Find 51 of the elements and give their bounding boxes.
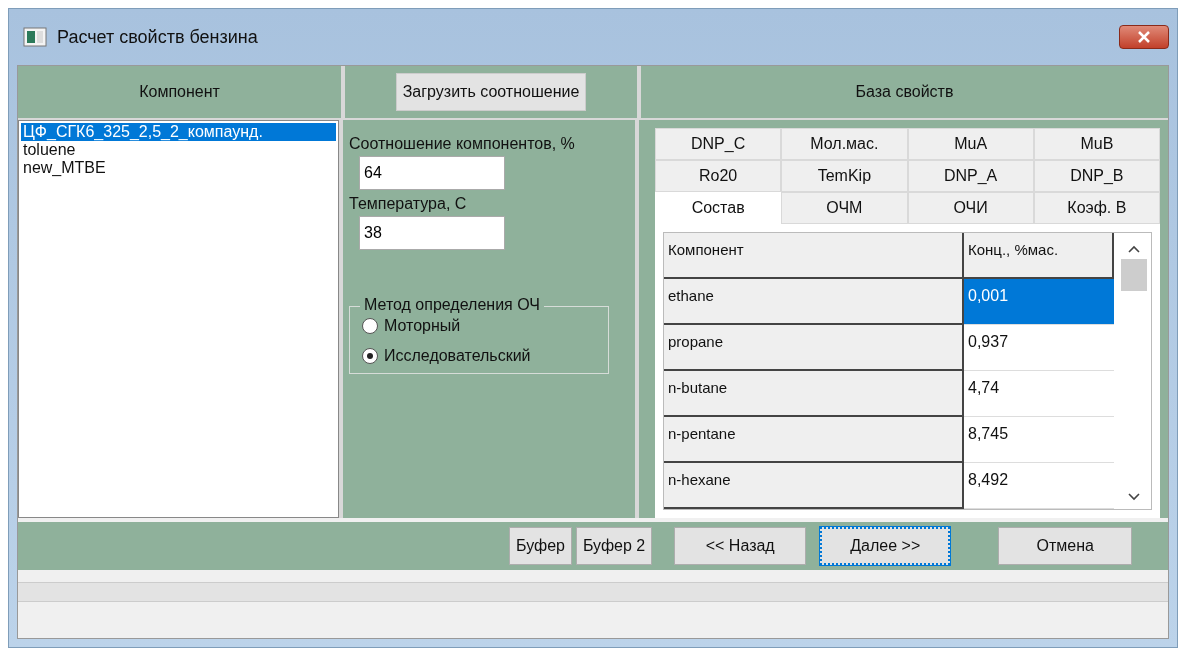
- list-item[interactable]: new_MTBE: [21, 159, 336, 177]
- tab[interactable]: DNP_B: [1033, 160, 1160, 192]
- column-header: Конц., %мас.: [964, 233, 1114, 279]
- field-label: Соотношение компонентов, %: [349, 134, 575, 154]
- tab[interactable]: MuA: [907, 128, 1034, 160]
- radio-button[interactable]: [362, 348, 378, 364]
- tab[interactable]: TemKip: [781, 160, 908, 192]
- column-header: База свойств: [641, 66, 1168, 118]
- list-item[interactable]: toluene: [21, 141, 336, 159]
- table-cell[interactable]: 0,001: [964, 279, 1114, 325]
- row-header: n-butane: [664, 371, 964, 417]
- dialog-button[interactable]: Буфер: [509, 527, 572, 565]
- scroll-down-icon[interactable]: [1128, 493, 1140, 501]
- table-cell[interactable]: 0,937: [964, 325, 1114, 371]
- tab[interactable]: DNP_C: [655, 128, 782, 160]
- tab[interactable]: MuB: [1033, 128, 1160, 160]
- dialog-button[interactable]: Буфер 2: [575, 527, 653, 565]
- field-label: Температура, С: [349, 194, 467, 214]
- tab[interactable]: Состав: [655, 192, 782, 224]
- scroll-up-icon[interactable]: [1128, 245, 1140, 253]
- close-button[interactable]: [1119, 25, 1169, 49]
- tab[interactable]: DNP_A: [907, 160, 1034, 192]
- radio-button[interactable]: [362, 318, 378, 334]
- row-header: ethane: [664, 279, 964, 325]
- row-header: n-pentane: [664, 417, 964, 463]
- tab[interactable]: Мол.мас.: [781, 128, 908, 160]
- tab[interactable]: ОЧИ: [907, 192, 1034, 224]
- row-header: n-hexane: [664, 463, 964, 509]
- radio-option[interactable]: Моторный: [362, 317, 600, 335]
- table-cell[interactable]: 4,74: [964, 371, 1114, 417]
- close-icon: [1136, 31, 1152, 43]
- dialog-button[interactable]: Далее >>: [820, 527, 951, 565]
- tab[interactable]: Ro20: [655, 160, 782, 192]
- dialog-button[interactable]: Отмена: [998, 527, 1133, 565]
- group-title: Метод определения ОЧ: [360, 296, 544, 314]
- column-header: Компонент: [664, 233, 964, 279]
- window-title: Расчет свойств бензина: [57, 26, 258, 48]
- tab[interactable]: ОЧМ: [781, 192, 908, 224]
- radio-option[interactable]: Исследовательский: [362, 347, 600, 365]
- temperature-field[interactable]: 38: [359, 216, 505, 250]
- table-cell[interactable]: 8,492: [964, 463, 1114, 509]
- list-item[interactable]: ЦФ_СГК6_325_2,5_2_компаунд.: [21, 123, 336, 141]
- app-icon: [23, 27, 47, 47]
- dialog-button[interactable]: << Назад: [674, 527, 807, 565]
- scrollbar-thumb[interactable]: [1121, 259, 1147, 291]
- table-cell[interactable]: 8,745: [964, 417, 1114, 463]
- column-header: Компонент: [18, 66, 341, 118]
- ratio-field[interactable]: 64: [359, 156, 505, 190]
- load-ratio-button[interactable]: Загрузить соотношение: [395, 73, 587, 111]
- tab[interactable]: Коэф. В: [1033, 192, 1160, 224]
- row-header: propane: [664, 325, 964, 371]
